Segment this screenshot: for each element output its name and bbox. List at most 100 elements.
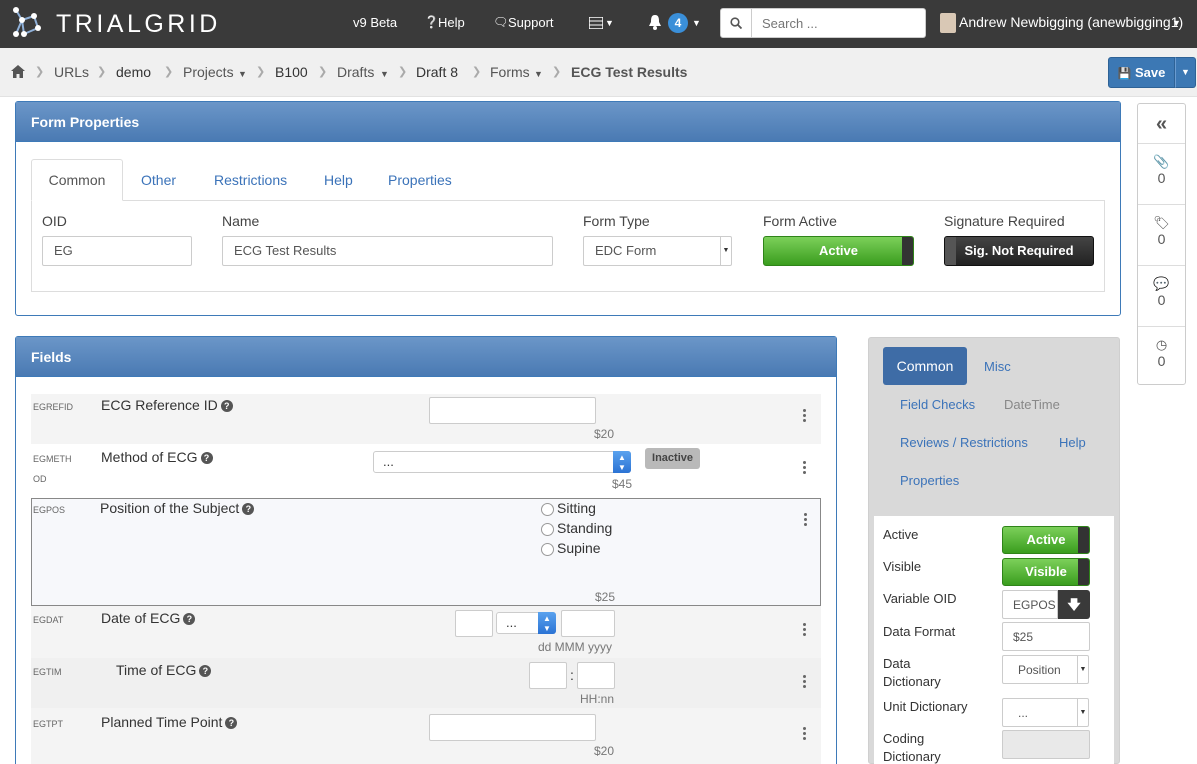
data-dictionary-value: Position (1018, 663, 1061, 677)
breadcrumb-urls[interactable]: URLs (54, 64, 89, 80)
form-active-toggle[interactable]: Active (763, 236, 914, 266)
breadcrumb-b100[interactable]: B100 (275, 64, 308, 80)
planned-time-point-input[interactable] (429, 714, 596, 741)
data-dictionary-select[interactable]: Position ▼ (1002, 655, 1089, 684)
hour-input[interactable] (529, 662, 567, 689)
user-menu[interactable]: Andrew Newbigging (anewbigging1) (959, 14, 1183, 30)
field-tab-common[interactable]: Common (883, 347, 967, 385)
chat-icon: 🗨 (493, 15, 509, 29)
question-icon[interactable]: ? (183, 613, 196, 625)
radio-sitting[interactable] (541, 503, 554, 516)
form-active-value: Active (818, 243, 859, 258)
data-format-input[interactable]: $25 (1002, 622, 1090, 651)
field-menu-icon[interactable] (803, 461, 807, 476)
breadcrumb-draft-8[interactable]: Draft 8 (416, 64, 458, 80)
field-tab-properties[interactable]: Properties (900, 473, 959, 488)
coding-dictionary-label: Coding Dictionary (883, 731, 941, 764)
field-format: $20 (594, 744, 615, 758)
history-button[interactable]: ◷ 0 (1138, 327, 1185, 384)
breadcrumb-demo[interactable]: demo (116, 64, 151, 80)
inactive-badge: Inactive (645, 448, 700, 469)
brand-name[interactable]: TRIALGRID (56, 10, 221, 39)
form-type-value: EDC Form (595, 243, 657, 258)
method-select[interactable]: ... ▲ ▼ (373, 451, 631, 473)
help-icon: ❔ (424, 15, 439, 29)
tab-properties[interactable]: Properties (388, 172, 452, 188)
question-icon[interactable]: ? (242, 503, 255, 515)
field-oid: EGMETH (33, 454, 72, 464)
reference-id-input[interactable] (429, 397, 596, 424)
signature-required-toggle[interactable]: Sig. Not Required (944, 236, 1094, 266)
apps-menu-icon[interactable] (588, 16, 604, 32)
search-button[interactable] (720, 8, 752, 38)
question-icon[interactable]: ? (199, 665, 212, 677)
field-tab-datetime[interactable]: DateTime (1004, 397, 1060, 412)
tab-other[interactable]: Other (141, 172, 176, 188)
radio-standing[interactable] (541, 523, 554, 536)
tab-help[interactable]: Help (324, 172, 353, 188)
question-icon[interactable]: ? (220, 400, 233, 412)
radio-label: Standing (557, 520, 613, 536)
breadcrumb-separator-icon: ❯ (35, 66, 45, 78)
field-label: Method of ECG? (101, 449, 213, 465)
coding-dictionary-input[interactable] (1002, 730, 1090, 759)
unit-dictionary-value: ... (1018, 706, 1029, 720)
comments-button[interactable]: 💬 0 (1138, 266, 1185, 327)
tags-button[interactable]: 🏷 0 (1138, 205, 1185, 266)
bell-icon[interactable] (648, 14, 662, 33)
breadcrumb-projects[interactable]: Projects (183, 64, 234, 80)
minute-input[interactable] (577, 662, 615, 689)
month-select[interactable]: ... ▲ ▼ (496, 612, 556, 634)
day-input[interactable] (455, 610, 493, 637)
arrow-down-icon[interactable]: 🡇 (1058, 590, 1090, 619)
nav-v9-beta[interactable]: v9 Beta (353, 15, 397, 30)
variable-oid-input[interactable]: EGPOS (1002, 590, 1058, 619)
field-tab-help[interactable]: Help (1059, 435, 1086, 450)
year-input[interactable] (561, 610, 615, 637)
question-icon[interactable]: ? (225, 717, 238, 729)
user-avatar[interactable] (940, 13, 956, 33)
tab-common[interactable]: Common (31, 159, 123, 201)
field-visible-toggle[interactable]: Visible (1002, 558, 1090, 586)
field-menu-icon[interactable] (803, 675, 807, 690)
trialgrid-logo-icon[interactable] (10, 6, 44, 40)
field-menu-icon[interactable] (803, 727, 807, 742)
search-input[interactable] (752, 8, 926, 38)
field-active-toggle[interactable]: Active (1002, 526, 1090, 554)
field-tab-field-checks[interactable]: Field Checks (900, 397, 975, 412)
clock-icon: ◷ (1155, 337, 1168, 352)
select-arrow-icon: ▼ (1077, 699, 1088, 726)
notification-badge[interactable]: 4 (668, 13, 688, 33)
fields-title: Fields (16, 337, 836, 377)
field-menu-icon[interactable] (803, 409, 807, 424)
save-button[interactable]: 💾 Save (1108, 57, 1175, 88)
breadcrumb-drafts[interactable]: Drafts (337, 64, 374, 80)
field-tab-reviews-restrictions[interactable]: Reviews / Restrictions (900, 435, 1028, 450)
field-menu-icon[interactable] (804, 513, 808, 528)
name-input[interactable]: ECG Test Results (222, 236, 553, 266)
radio-supine[interactable] (541, 543, 554, 556)
unit-dictionary-select[interactable]: ... ▼ (1002, 698, 1089, 727)
data-dictionary-label: Data Dictionary (883, 656, 941, 689)
select-arrow-icon: ▼ (1077, 656, 1088, 683)
collapse-double-left-icon[interactable]: « (1138, 104, 1185, 144)
attachments-button[interactable]: 📎 0 (1138, 144, 1185, 205)
save-options-button[interactable]: ▼ (1175, 57, 1196, 88)
breadcrumb-forms[interactable]: Forms (490, 64, 530, 80)
field-visible-value: Visible (1025, 564, 1067, 579)
breadcrumb-current: ECG Test Results (571, 64, 688, 80)
form-type-select[interactable]: EDC Form ▼ (583, 236, 732, 266)
field-menu-icon[interactable] (803, 623, 807, 638)
tab-restrictions[interactable]: Restrictions (214, 172, 287, 188)
paperclip-icon: 📎 (1153, 154, 1170, 169)
question-icon[interactable]: ? (200, 452, 213, 464)
tag-icon: 🏷 (1153, 215, 1170, 230)
home-icon[interactable] (11, 65, 25, 81)
select-updown-icon: ▲ ▼ (613, 451, 631, 473)
nav-help[interactable]: Help (438, 15, 465, 30)
oid-input[interactable]: EG (42, 236, 192, 266)
nav-support[interactable]: Support (508, 15, 554, 30)
field-tab-misc[interactable]: Misc (984, 359, 1011, 374)
field-format: $20 (594, 427, 615, 441)
field-oid: EGTIM (33, 667, 62, 677)
